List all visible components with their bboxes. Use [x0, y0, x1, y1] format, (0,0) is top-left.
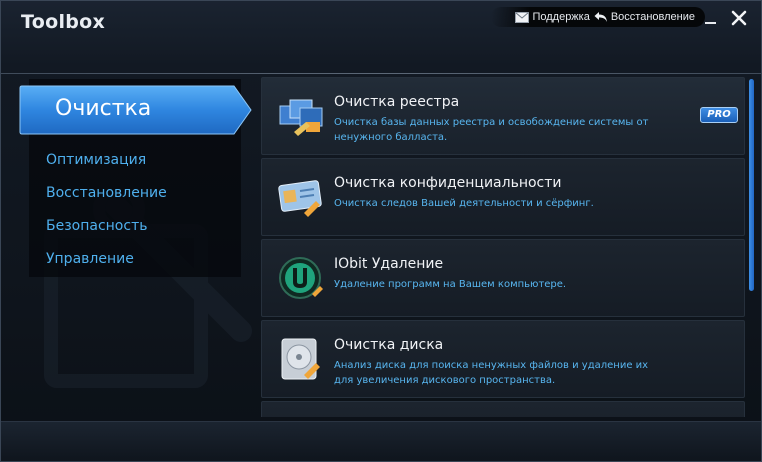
- sidebar-item-optimization[interactable]: Оптимизация: [46, 151, 167, 184]
- iobit-uninstaller-icon: [279, 257, 323, 299]
- tool-description: Очистка базы данных реестра и освобожден…: [334, 117, 649, 143]
- undo-arrow-icon: [594, 12, 607, 22]
- close-icon[interactable]: [731, 10, 747, 26]
- minimize-icon[interactable]: [703, 10, 719, 26]
- tool-description: Удаление программ на Вашем компьютере.: [334, 279, 567, 290]
- pro-badge: PRO: [700, 107, 738, 123]
- tool-card-privacy-cleaner[interactable]: Очистка конфиденциальности Очистка следо…: [261, 158, 745, 236]
- header-divider: [1, 73, 761, 74]
- tool-title: Очистка реестра: [334, 94, 460, 110]
- mail-icon: [515, 11, 530, 23]
- footer-bar: [1, 421, 761, 461]
- registry-cleaner-icon: [279, 99, 323, 136]
- toolbox-window: Toolbox Поддержка Восстановление Очистка…: [0, 0, 762, 462]
- sidebar-item-label: Очистка: [55, 96, 152, 121]
- tool-title: Очистка конфиденциальности: [334, 175, 562, 191]
- sidebar-nav: Оптимизация Восстановление Безопасность …: [46, 151, 167, 283]
- scrollbar-thumb[interactable]: [749, 79, 754, 291]
- scrollbar[interactable]: [747, 77, 757, 417]
- disk-cleaner-icon: [281, 338, 320, 380]
- tool-card-partial[interactable]: [261, 401, 745, 417]
- tool-card-registry-cleaner[interactable]: Очистка реестра Очистка базы данных реес…: [261, 77, 745, 155]
- tool-title: IObit Удаление: [334, 256, 444, 272]
- sidebar-item-restore[interactable]: Восстановление: [46, 184, 167, 217]
- tool-card-disk-cleaner[interactable]: Очистка диска Анализ диска для поиска не…: [261, 320, 745, 398]
- restore-link[interactable]: Восстановление: [594, 11, 695, 23]
- tool-card-iobit-uninstaller[interactable]: IObit Удаление Удаление программ на Ваше…: [261, 239, 745, 317]
- title-bar: Toolbox Поддержка Восстановление: [1, 1, 761, 73]
- app-title: Toolbox: [21, 11, 106, 33]
- tool-description: Очистка следов Вашей деятельности и сёрф…: [334, 198, 594, 209]
- tool-title: Очистка диска: [334, 337, 444, 353]
- tools-list: Очистка реестра Очистка базы данных реес…: [261, 77, 745, 417]
- restore-label: Восстановление: [610, 11, 695, 23]
- sidebar-item-security[interactable]: Безопасность: [46, 217, 167, 250]
- header-links: Поддержка Восстановление: [491, 7, 705, 27]
- privacy-cleaner-icon: [278, 180, 322, 217]
- sidebar-item-cleaning[interactable]: Очистка: [19, 85, 252, 135]
- support-label: Поддержка: [532, 11, 590, 23]
- tool-description: Анализ диска для поиска ненужных файлов …: [334, 360, 649, 386]
- support-link[interactable]: Поддержка: [515, 11, 590, 23]
- sidebar-item-management[interactable]: Управление: [46, 250, 167, 283]
